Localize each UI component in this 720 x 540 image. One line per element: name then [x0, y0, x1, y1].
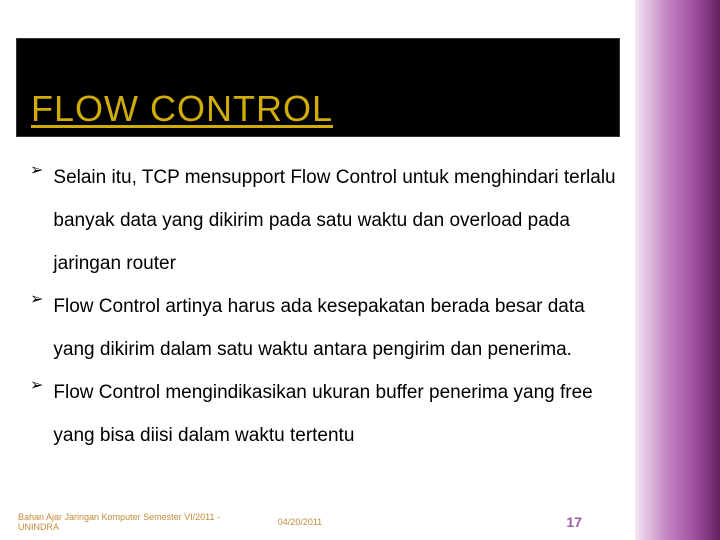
- bullet-text: Flow Control mengindikasikan ukuran buff…: [53, 371, 622, 457]
- footer: Bahan Ajar Jaringan Komputer Semester VI…: [18, 512, 702, 532]
- side-gradient: [635, 0, 720, 540]
- list-item: ➢ Flow Control artinya harus ada kesepak…: [30, 285, 622, 371]
- bullet-icon: ➢: [30, 285, 43, 315]
- footer-source: Bahan Ajar Jaringan Komputer Semester VI…: [18, 512, 220, 532]
- content-area: ➢ Selain itu, TCP mensupport Flow Contro…: [30, 156, 622, 457]
- footer-date: 04/20/2011: [220, 517, 380, 527]
- list-item: ➢ Selain itu, TCP mensupport Flow Contro…: [30, 156, 622, 285]
- title-box: FLOW CONTROL: [16, 38, 620, 137]
- bullet-text: Selain itu, TCP mensupport Flow Control …: [53, 156, 622, 285]
- bullet-icon: ➢: [30, 371, 43, 401]
- footer-page-number: 17: [380, 514, 702, 530]
- list-item: ➢ Flow Control mengindikasikan ukuran bu…: [30, 371, 622, 457]
- bullet-icon: ➢: [30, 156, 43, 186]
- bullet-text: Flow Control artinya harus ada kesepakat…: [53, 285, 622, 371]
- slide-title: FLOW CONTROL: [31, 88, 333, 130]
